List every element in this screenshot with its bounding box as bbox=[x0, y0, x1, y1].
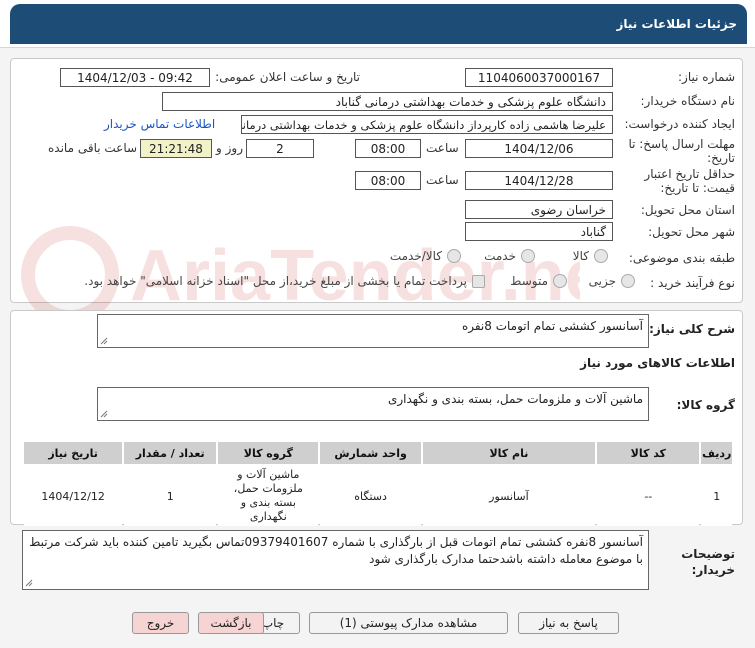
cell-date: 1404/12/12 bbox=[24, 466, 123, 526]
treasury-payment-option[interactable]: پرداخت تمام یا بخشی از مبلغ خرید،از محل … bbox=[84, 274, 485, 288]
need-number-label: شماره نیاز: bbox=[678, 70, 735, 84]
creator-field: علیرضا هاشمی زاده کارپرداز دانشگاه علوم … bbox=[241, 115, 613, 134]
buyer-notes-label: توضیحات خریدار: bbox=[681, 547, 735, 577]
view-attachments-button[interactable]: مشاهده مدارک پیوستی (1) bbox=[309, 612, 508, 634]
process-label: نوع فرآیند خرید : bbox=[650, 276, 735, 290]
goods-section-title: اطلاعات کالاهای مورد نیاز bbox=[580, 356, 735, 370]
validity-label: حداقل تاریخ اعتبار قیمت: تا تاریخ: bbox=[644, 167, 735, 195]
buyer-org-label: نام دستگاه خریدار: bbox=[640, 94, 736, 108]
cell-qty: 1 bbox=[124, 466, 217, 526]
days-remaining-field: 2 bbox=[246, 139, 314, 158]
resize-handle-icon[interactable] bbox=[100, 410, 108, 418]
page-title-bar: جزئیات اطلاعات نیاز bbox=[10, 4, 747, 44]
validity-time-field: 08:00 bbox=[355, 171, 421, 190]
province-field: خراسان رضوی bbox=[465, 200, 613, 219]
announce-field: 1404/12/03 - 09:42 bbox=[60, 68, 210, 87]
buyer-org-field: دانشگاه علوم پزشکی و خدمات بهداشتی درمان… bbox=[162, 92, 613, 111]
cell-group: ماشین آلات و ملزومات حمل، بسته بندی و نگ… bbox=[218, 466, 319, 526]
goods-group-text: ماشین آلات و ملزومات حمل، بسته بندی و نگ… bbox=[387, 392, 643, 406]
items-table-wrap: ردیف کد کالا نام کالا واحد شمارش گروه کا… bbox=[22, 440, 734, 528]
goods-group-label: گروه کالا: bbox=[676, 398, 735, 412]
need-number-field: 1104060037000167 bbox=[465, 68, 613, 87]
deadline-time-field: 08:00 bbox=[355, 139, 421, 158]
category-option-goods-service[interactable]: کالا/خدمت bbox=[390, 249, 461, 263]
cell-name: آسانسور bbox=[422, 466, 596, 526]
cell-code: -- bbox=[597, 466, 700, 526]
province-label: استان محل تحویل: bbox=[640, 203, 735, 217]
items-table: ردیف کد کالا نام کالا واحد شمارش گروه کا… bbox=[22, 440, 734, 528]
col-name: نام کالا bbox=[422, 442, 596, 464]
col-row: ردیف bbox=[701, 442, 732, 464]
radio-icon[interactable] bbox=[447, 249, 461, 263]
deadline-time-label: ساعت bbox=[426, 141, 459, 155]
remaining-timer: 21:21:48 bbox=[140, 139, 212, 158]
col-group: گروه کالا bbox=[218, 442, 319, 464]
radio-icon[interactable] bbox=[553, 274, 567, 288]
back-button[interactable]: بازگشت bbox=[198, 612, 264, 634]
cell-row: 1 bbox=[701, 466, 732, 526]
cell-unit: دستگاه bbox=[320, 466, 421, 526]
category-option-service[interactable]: خدمت bbox=[484, 249, 535, 263]
col-date: تاریخ نیاز bbox=[24, 442, 123, 464]
days-label: روز و bbox=[216, 141, 243, 155]
table-header-row: ردیف کد کالا نام کالا واحد شمارش گروه کا… bbox=[24, 442, 732, 464]
col-code: کد کالا bbox=[597, 442, 700, 464]
exit-button[interactable]: خروج bbox=[132, 612, 189, 634]
col-unit: واحد شمارش bbox=[320, 442, 421, 464]
deadline-label: مهلت ارسال پاسخ: تا تاریخ: bbox=[628, 137, 735, 165]
goods-group-textarea: ماشین آلات و ملزومات حمل، بسته بندی و نگ… bbox=[97, 387, 649, 421]
checkbox-icon[interactable] bbox=[472, 274, 485, 288]
validity-date-field: 1404/12/28 bbox=[465, 171, 613, 190]
resize-handle-icon[interactable] bbox=[25, 579, 33, 587]
radio-icon[interactable] bbox=[521, 249, 535, 263]
creator-label: ایجاد کننده درخواست: bbox=[624, 117, 735, 131]
table-row: 1 -- آسانسور دستگاه ماشین آلات و ملزومات… bbox=[24, 466, 732, 526]
description-label: شرح کلی نیاز: bbox=[649, 322, 735, 336]
resize-handle-icon[interactable] bbox=[100, 337, 108, 345]
description-text: آسانسور کششی تمام اتومات 8نفره bbox=[461, 319, 643, 333]
category-label: طبقه بندی موضوعی: bbox=[628, 251, 735, 265]
category-option-goods[interactable]: کالا bbox=[573, 249, 608, 263]
page-title: جزئیات اطلاعات نیاز bbox=[616, 17, 737, 31]
buyer-notes-text: آسانسور 8نفره کششی تمام اتومات قبل از با… bbox=[29, 535, 643, 566]
deadline-date-field: 1404/12/06 bbox=[465, 139, 613, 158]
announce-label: تاریخ و ساعت اعلان عمومی: bbox=[215, 70, 360, 84]
validity-time-label: ساعت bbox=[426, 173, 459, 187]
description-textarea: آسانسور کششی تمام اتومات 8نفره bbox=[97, 314, 649, 348]
radio-icon[interactable] bbox=[621, 274, 635, 288]
col-qty: تعداد / مقدار bbox=[124, 442, 217, 464]
city-label: شهر محل تحویل: bbox=[648, 225, 735, 239]
process-option-minor[interactable]: جزیی bbox=[589, 274, 635, 288]
city-field: گناباد bbox=[465, 222, 613, 241]
buyer-notes-textarea: آسانسور 8نفره کششی تمام اتومات قبل از با… bbox=[22, 530, 649, 590]
remaining-label: ساعت باقی مانده bbox=[48, 141, 138, 155]
process-option-medium[interactable]: متوسط bbox=[510, 274, 567, 288]
buyer-contact-link[interactable]: اطلاعات تماس خریدار bbox=[104, 117, 215, 131]
reply-button[interactable]: پاسخ به نیاز bbox=[518, 612, 619, 634]
radio-icon[interactable] bbox=[594, 249, 608, 263]
